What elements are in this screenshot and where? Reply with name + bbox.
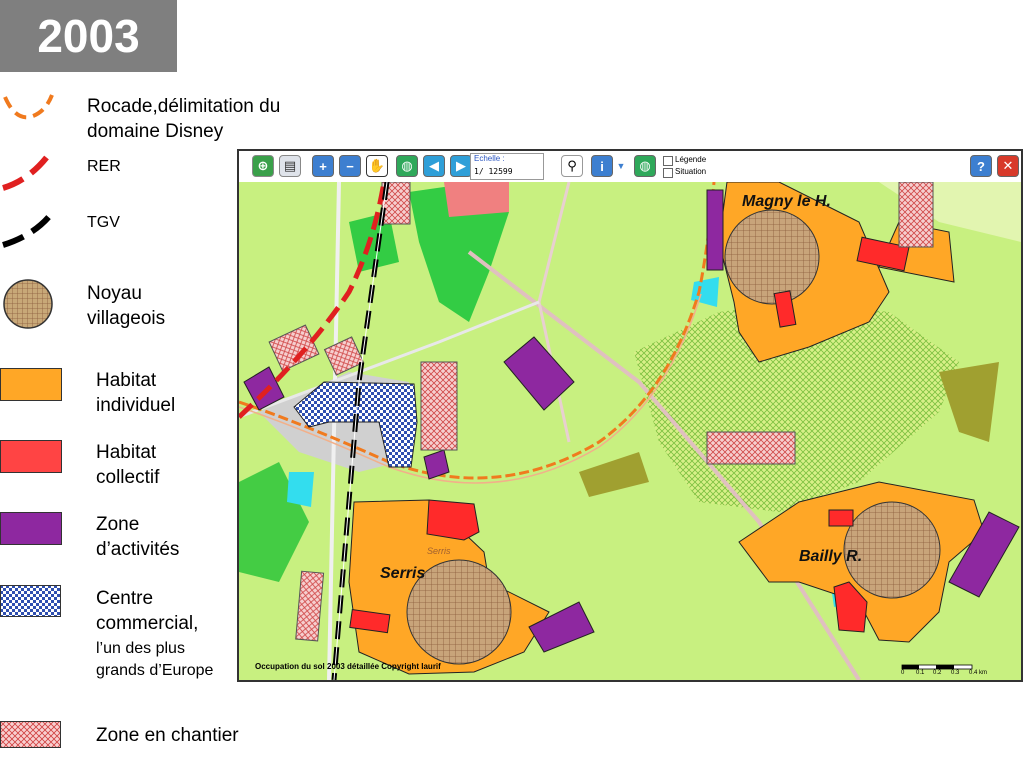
scale-label: Echelle :: [474, 154, 505, 163]
zoom-back-icon[interactable]: ◀: [423, 155, 445, 177]
scale-input[interactable]: 1/ 12599: [474, 167, 513, 176]
scale-box: Echelle : 1/ 12599: [470, 153, 544, 180]
zone-chantier-swatch: [0, 721, 61, 748]
legend-checkbox[interactable]: [663, 156, 673, 166]
print-icon[interactable]: ▤: [279, 155, 301, 177]
chantier-magny: [898, 182, 934, 248]
year-badge: 2003: [0, 0, 177, 72]
world-locate-icon[interactable]: ◍: [634, 155, 656, 177]
rer-symbol: [2, 151, 53, 191]
scale-tick-3: 0.3: [951, 670, 960, 676]
centre-commercial-swatch: [0, 585, 61, 617]
place-bailly: Bailly R.: [799, 548, 863, 565]
zoom-next-icon[interactable]: ▶: [450, 155, 472, 177]
map-canvas: [239, 182, 1021, 680]
zone-activites-swatch: [0, 512, 62, 545]
legend-line-symbols: [2, 94, 55, 248]
legend-rocade-label: Rocade,délimitation du domaine Disney: [87, 96, 281, 142]
close-icon[interactable]: ✕: [997, 155, 1019, 177]
world-icon[interactable]: ◍: [396, 155, 418, 177]
place-magny: Magny le H.: [742, 193, 831, 210]
chantier-centre: [420, 361, 458, 451]
map-viewer[interactable]: ⊕ ▤ + − ✋ ◍ ◀ ▶ Echelle : 1/ 12599 ⚲ i ▼…: [237, 149, 1023, 682]
habitat-collectif-bailly-1: [828, 509, 854, 527]
habitat-individuel-swatch: [0, 368, 62, 401]
habitat-collectif-swatch: [0, 440, 62, 473]
legend-zone-activites-label: Zone d’activités: [96, 514, 180, 560]
noyau-symbol: [3, 279, 53, 329]
scale-value: 12599: [488, 167, 513, 176]
legend-tgv-label: TGV: [87, 214, 120, 231]
info-icon[interactable]: i: [591, 155, 613, 177]
habitat-collectif-serris: [426, 499, 480, 541]
legend-rer-label: RER: [87, 158, 121, 175]
tgv-symbol: [2, 211, 55, 248]
scale-tick-2: 0.2: [933, 670, 942, 676]
place-serris-small: Serris: [427, 546, 451, 556]
scale-tick-1: 0.1: [916, 670, 925, 676]
legend-noyau-label: Noyau villageois: [87, 283, 166, 329]
pan-hand-icon[interactable]: ✋: [366, 155, 388, 177]
legend-centre-commercial-label: Centre commercial,: [96, 588, 199, 634]
map-toolbar: ⊕ ▤ + − ✋ ◍ ◀ ▶ Echelle : 1/ 12599 ⚲ i ▼…: [239, 151, 1021, 183]
map-caption: Occupation du sol 2003 détaillée Copyrig…: [255, 662, 441, 671]
zoom-out-icon[interactable]: −: [339, 155, 361, 177]
year-label: 2003: [37, 10, 140, 62]
water-area-2: [287, 472, 314, 507]
legend-centre-commercial-note: l’un des plus grands d’Europe: [96, 640, 214, 679]
noyau-magny: [724, 209, 820, 305]
pink-area: [444, 182, 509, 217]
scale-prefix: 1/: [474, 167, 484, 176]
chantier-east: [706, 431, 796, 465]
help-icon[interactable]: ?: [970, 155, 992, 177]
rocade-symbol: [3, 94, 54, 120]
zoom-in-icon[interactable]: +: [312, 155, 334, 177]
binoculars-icon[interactable]: ⚲: [561, 155, 583, 177]
situation-checkbox[interactable]: [663, 168, 673, 178]
legend-toggle-label: Légende: [675, 155, 707, 164]
legend-habitat-collectif-label: Habitat collectif: [96, 442, 160, 488]
globe-icon[interactable]: ⊕: [252, 155, 274, 177]
legend-zone-chantier-label: Zone en chantier: [96, 725, 239, 746]
situation-toggle-label: Situation: [675, 167, 707, 176]
scale-bar: [901, 664, 973, 670]
scale-tick-0: 0: [901, 670, 905, 676]
scale-tick-4: 0.4 km: [969, 670, 988, 676]
legend-habitat-individuel-label: Habitat individuel: [96, 370, 176, 416]
dropdown-arrow-icon[interactable]: ▼: [615, 155, 627, 177]
place-serris: Serris: [380, 565, 426, 582]
zone-activites-magny: [706, 189, 724, 271]
